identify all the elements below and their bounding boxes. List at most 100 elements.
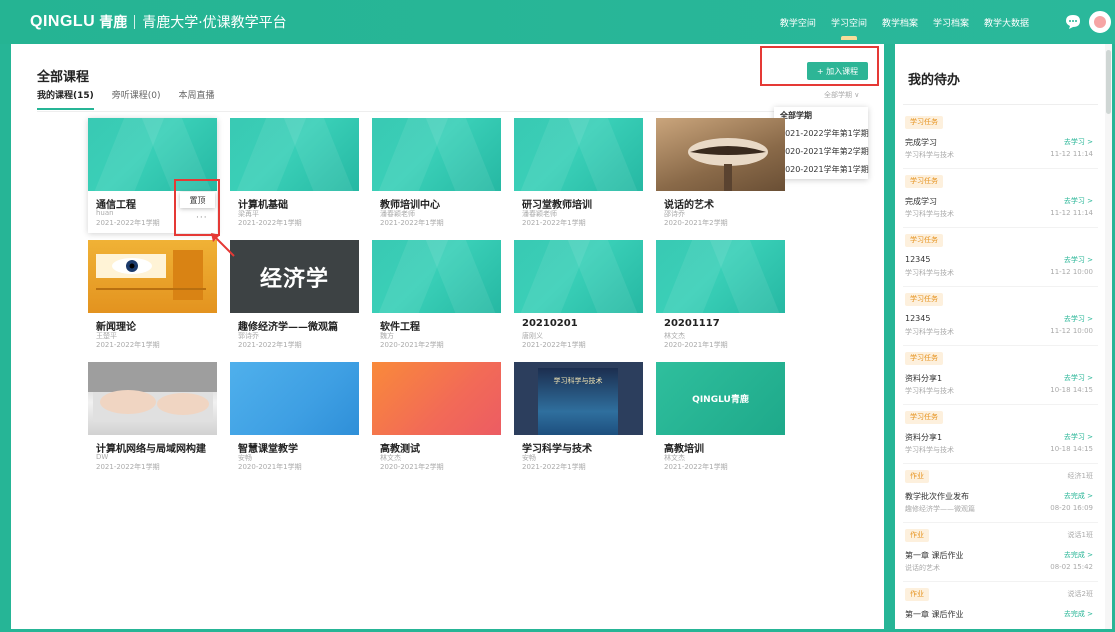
- tab-weekly-live[interactable]: 本周直播: [179, 88, 215, 110]
- todo-scrollbar[interactable]: [1106, 50, 1111, 114]
- course-cover-image[interactable]: [372, 362, 501, 435]
- todo-task-name[interactable]: 资料分享1: [905, 373, 942, 384]
- term-select[interactable]: 全部学期 ∨: [824, 90, 859, 100]
- todo-item: 作业 说话1班 第一章 课后作业 去完成 > 说话的艺术 08-02 15:42: [895, 529, 1105, 588]
- course-title[interactable]: 20210201: [522, 318, 578, 329]
- course-term: 2020-2021年1学期: [664, 341, 728, 349]
- todo-type-badge: 学习任务: [905, 352, 943, 365]
- todo-time: 10-18 14:15: [1050, 386, 1093, 394]
- todo-action-link[interactable]: 去完成 >: [1064, 609, 1093, 619]
- todo-task-name[interactable]: 第一章 课后作业: [905, 550, 964, 561]
- todo-task-name[interactable]: 资料分享1: [905, 432, 942, 443]
- message-icon[interactable]: [1064, 13, 1082, 31]
- nav-teaching-big-data[interactable]: 教学大数据: [984, 16, 1029, 34]
- brand-logo[interactable]: QINGLU 青鹿 青鹿大学·优课教学平台: [30, 12, 287, 32]
- course-card[interactable]: 经济学 趣修经济学——微观篇 郭诗乔 2021-2022年1学期: [230, 240, 359, 355]
- term-option-2021-1[interactable]: 2021-2022学年第1学期: [774, 125, 869, 143]
- todo-action-link[interactable]: 去学习 >: [1064, 373, 1093, 383]
- todo-action-link[interactable]: 去学习 >: [1064, 137, 1093, 147]
- course-cover-image[interactable]: [88, 362, 217, 435]
- course-cover-image[interactable]: 学习科学与技术: [514, 362, 643, 435]
- top-navigation-bar: QINGLU 青鹿 青鹿大学·优课教学平台 教学空间 学习空间 教学档案 学习档…: [0, 0, 1115, 44]
- course-cover-image[interactable]: [514, 118, 643, 191]
- course-card[interactable]: 教师培训中心 潘春颖老师 2021-2022年1学期: [372, 118, 501, 233]
- course-card[interactable]: 研习堂教师培训 潘春颖老师 2021-2022年1学期: [514, 118, 643, 233]
- course-card[interactable]: 20210201 唐刚义 2021-2022年1学期: [514, 240, 643, 355]
- course-cover-image[interactable]: [372, 240, 501, 313]
- course-term: 2021-2022年1学期: [380, 219, 444, 227]
- todo-class-label: 说话1班: [1067, 531, 1093, 539]
- todo-task-name[interactable]: 完成学习: [905, 137, 937, 148]
- course-cover-image[interactable]: [514, 240, 643, 313]
- tab-divider: [37, 111, 867, 112]
- todo-task-name[interactable]: 教学批次作业发布: [905, 491, 969, 502]
- todo-time: 10-18 14:15: [1050, 445, 1093, 453]
- course-term: 2020-2021年2学期: [380, 463, 444, 471]
- todo-task-name[interactable]: 完成学习: [905, 196, 937, 207]
- course-cover-image[interactable]: QINGLU青鹿: [656, 362, 785, 435]
- todo-time: 11-12 11:14: [1050, 150, 1093, 158]
- tab-audit-courses[interactable]: 旁听课程(0): [112, 88, 161, 110]
- logo-separator: [134, 15, 136, 29]
- todo-action-link[interactable]: 去完成 >: [1064, 491, 1093, 501]
- todo-task-name[interactable]: 第一章 课后作业: [905, 609, 964, 620]
- course-term: 2020-2021年2学期: [380, 341, 444, 349]
- todo-action-link[interactable]: 去学习 >: [1064, 314, 1093, 324]
- todo-task-name[interactable]: 12345: [905, 255, 930, 264]
- nav-learning-archive[interactable]: 学习档案: [933, 16, 969, 34]
- course-card[interactable]: 软件工程 魏方 2020-2021年2学期: [372, 240, 501, 355]
- course-card[interactable]: 20201117 林文杰 2020-2021年1学期: [656, 240, 785, 355]
- todo-course-name: 学习科学与技术: [905, 269, 954, 277]
- todo-divider: [903, 168, 1098, 169]
- course-card[interactable]: QINGLU青鹿 高教培训 林文杰 2021-2022年1学期: [656, 362, 785, 477]
- todo-type-badge: 学习任务: [905, 293, 943, 306]
- nav-learning-space[interactable]: 学习空间: [831, 16, 867, 40]
- course-card[interactable]: 学习科学与技术 学习科学与技术 安畅 2021-2022年1学期: [514, 362, 643, 477]
- course-title[interactable]: 计算机网络与局域网构建: [96, 440, 206, 455]
- join-course-button[interactable]: + 加入课程: [807, 62, 868, 80]
- tab-my-courses[interactable]: 我的课程(15): [37, 88, 94, 110]
- course-term: 2021-2022年1学期: [96, 341, 160, 349]
- term-dropdown: 全部学期 2021-2022学年第1学期 2020-2021学年第2学期 202…: [774, 107, 869, 179]
- todo-time: 08-02 15:42: [1050, 563, 1093, 571]
- todo-course-name: 学习科学与技术: [905, 210, 954, 218]
- course-card[interactable]: 智慧课堂教学 安畅 2020-2021年1学期: [230, 362, 359, 477]
- course-cover-image[interactable]: [88, 240, 217, 313]
- todo-action-link[interactable]: 去完成 >: [1064, 550, 1093, 560]
- course-term: 2021-2022年1学期: [238, 219, 302, 227]
- todo-action-link[interactable]: 去学习 >: [1064, 196, 1093, 206]
- todo-scroll-track[interactable]: [1105, 44, 1112, 629]
- course-card[interactable]: 计算机基础 梁苒平 2021-2022年1学期: [230, 118, 359, 233]
- course-cover-image[interactable]: [230, 362, 359, 435]
- pin-to-top-button[interactable]: 置顶: [180, 192, 215, 208]
- todo-action-link[interactable]: 去学习 >: [1064, 432, 1093, 442]
- course-teacher: huan: [96, 209, 114, 217]
- todo-time: 11-12 11:14: [1050, 209, 1093, 217]
- todo-action-link[interactable]: 去学习 >: [1064, 255, 1093, 265]
- todo-divider: [903, 227, 1098, 228]
- user-avatar[interactable]: [1089, 11, 1111, 33]
- course-cover-image[interactable]: [230, 118, 359, 191]
- course-card[interactable]: 新闻理论 王楚平 2021-2022年1学期: [88, 240, 217, 355]
- term-option-2020-2[interactable]: 2020-2021学年第2学期: [774, 143, 869, 161]
- term-option-all[interactable]: 全部学期: [774, 107, 868, 125]
- course-term: 2021-2022年1学期: [96, 219, 160, 227]
- todo-task-name[interactable]: 12345: [905, 314, 930, 323]
- main-nav: 教学空间 学习空间 教学档案 学习档案 教学大数据: [780, 16, 1029, 40]
- todo-course-name: 学习科学与技术: [905, 328, 954, 336]
- todo-divider: [903, 463, 1098, 464]
- course-cover-image[interactable]: [372, 118, 501, 191]
- nav-teaching-archive[interactable]: 教学档案: [882, 16, 918, 34]
- course-cover-image[interactable]: 经济学: [230, 240, 359, 313]
- term-option-2020-1[interactable]: 2020-2021学年第1学期: [774, 161, 869, 179]
- course-title[interactable]: 20201117: [664, 318, 720, 329]
- course-card[interactable]: 说话的艺术 邵诗乔 2020-2021年2学期: [656, 118, 785, 233]
- more-options-button[interactable]: ···: [196, 213, 208, 223]
- course-card[interactable]: 高教测试 林文杰 2020-2021年2学期: [372, 362, 501, 477]
- course-card[interactable]: 计算机网络与局域网构建 DW 2021-2022年1学期: [88, 362, 217, 477]
- todo-panel: 我的待办 学习任务 完成学习 去学习 > 学习科学与技术 11-12 11:14 学习任务…: [895, 44, 1105, 629]
- course-cover-image[interactable]: [656, 240, 785, 313]
- nav-teaching-space[interactable]: 教学空间: [780, 16, 816, 34]
- todo-type-badge: 作业: [905, 470, 929, 483]
- course-cover-image[interactable]: [656, 118, 785, 191]
